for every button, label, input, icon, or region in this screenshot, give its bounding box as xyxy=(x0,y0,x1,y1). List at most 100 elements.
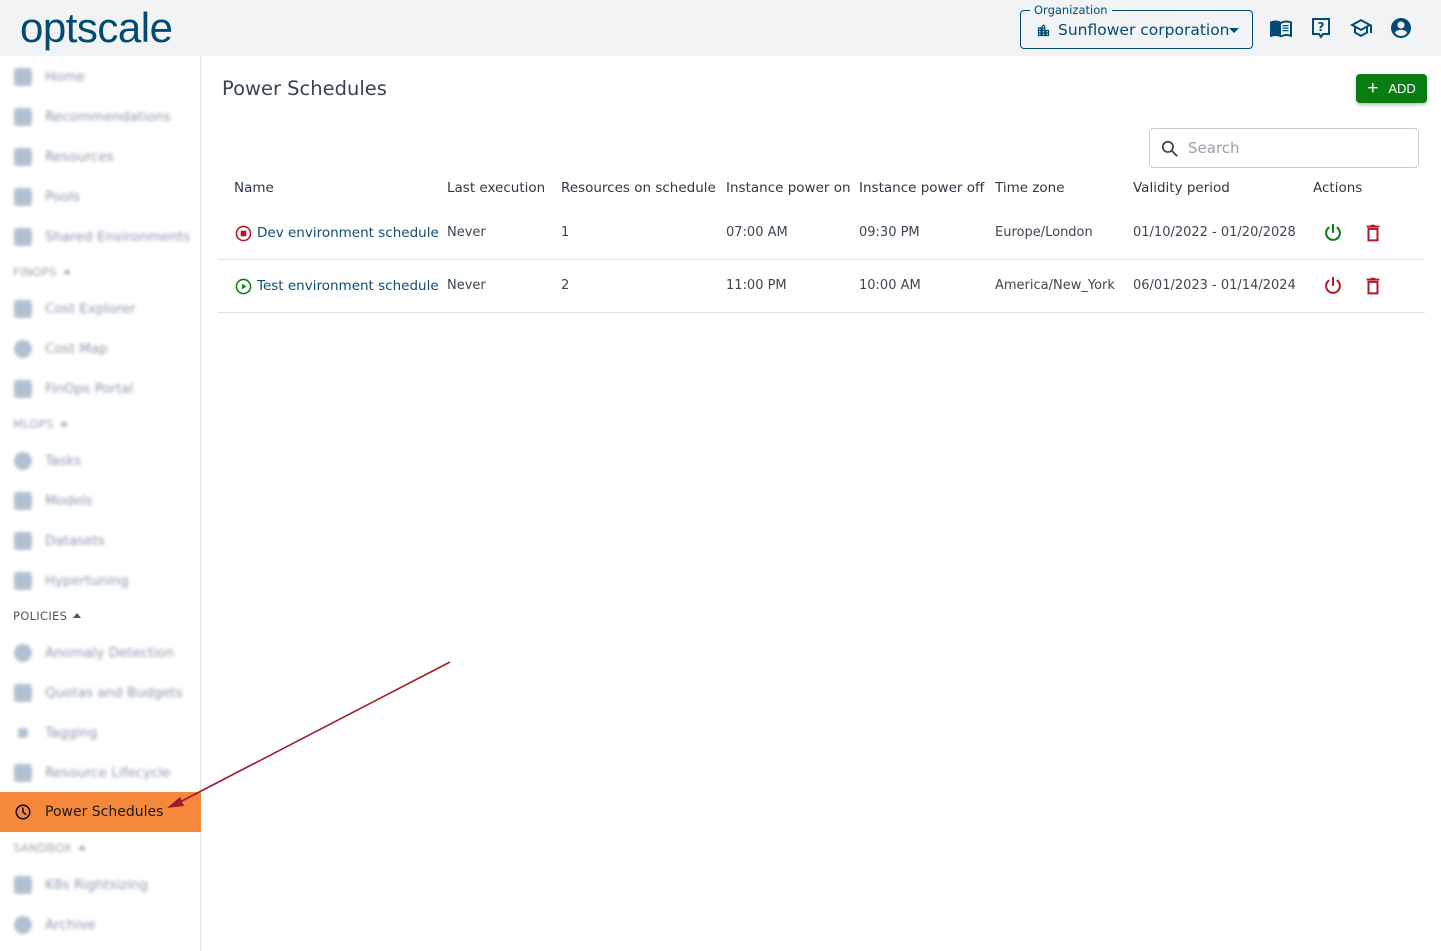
home-icon xyxy=(14,68,32,86)
last-execution-cell: Never xyxy=(447,278,486,293)
column-header-validity-period[interactable]: Validity period xyxy=(1133,180,1230,196)
sidebar-item-k8s-rightsizing[interactable]: K8s Rightsizing xyxy=(0,865,201,905)
caret-up-icon xyxy=(73,613,82,618)
add-schedule-button[interactable]: + ADD xyxy=(1356,74,1427,103)
validity-period-cell: 01/10/2022 - 01/20/2028 xyxy=(1133,225,1296,240)
globe-icon xyxy=(14,340,32,358)
schedule-name-link[interactable]: Test environment schedule xyxy=(257,278,439,294)
sidebar-item-archive[interactable]: Archive xyxy=(0,905,201,945)
delete-trash-icon[interactable] xyxy=(1362,275,1384,297)
optscale-logo[interactable]: optscale xyxy=(20,4,173,51)
sidebar-item-resource-lifecycle[interactable]: Resource Lifecycle xyxy=(0,753,201,793)
column-header-last-execution[interactable]: Last execution xyxy=(447,180,545,196)
column-header-power-on[interactable]: Instance power on xyxy=(726,180,851,196)
column-header-actions: Actions xyxy=(1313,180,1363,196)
annotation-arrow-line xyxy=(177,661,451,804)
k8s-icon xyxy=(14,876,32,894)
sidebar-section-sandbox[interactable]: SANDBOX xyxy=(13,841,86,855)
building-icon xyxy=(1037,24,1050,37)
sidebar-item-power-schedules[interactable]: Power Schedules xyxy=(0,792,201,832)
caret-up-icon xyxy=(77,845,86,850)
anomaly-icon xyxy=(14,644,32,662)
caret-up-icon xyxy=(62,269,71,274)
academy-graduation-cap-icon[interactable] xyxy=(1349,16,1373,40)
column-header-time-zone[interactable]: Time zone xyxy=(995,180,1065,196)
delete-trash-icon[interactable] xyxy=(1362,222,1384,244)
environments-icon xyxy=(14,228,32,246)
power-off-cell: 09:30 PM xyxy=(859,225,920,240)
sidebar-item-tagging[interactable]: Tagging xyxy=(0,713,201,753)
plus-icon: + xyxy=(1367,78,1379,99)
add-button-label: ADD xyxy=(1388,81,1416,96)
sidebar-item-recommendations[interactable]: Recommendations xyxy=(0,97,201,137)
power-toggle-icon[interactable] xyxy=(1322,275,1344,297)
resources-count-cell: 1 xyxy=(561,225,570,240)
search-icon xyxy=(1161,140,1178,157)
sidebar-item-hypertuning[interactable]: Hypertuning xyxy=(0,561,201,601)
sidebar-item-finops-portal[interactable]: FinOps Portal xyxy=(0,369,201,409)
documentation-book-icon[interactable] xyxy=(1269,16,1293,40)
section-label: POLICIES xyxy=(13,609,68,623)
sidebar-item-pools[interactable]: Pools xyxy=(0,177,201,217)
section-label: MLOPS xyxy=(13,417,54,431)
page-title: Power Schedules xyxy=(222,77,387,100)
sidebar-item-tasks[interactable]: Tasks xyxy=(0,441,201,481)
sidebar-item-label: Shared Environments xyxy=(45,229,191,245)
sidebar-section-mlops[interactable]: MLOPS xyxy=(13,417,68,431)
sidebar-item-datasets[interactable]: Datasets xyxy=(0,521,201,561)
sidebar-section-policies[interactable]: POLICIES xyxy=(13,609,82,623)
chevron-down-icon xyxy=(1229,28,1239,33)
search-field[interactable] xyxy=(1149,128,1419,168)
organization-select[interactable]: Organization Sunflower corporation xyxy=(1020,3,1253,49)
sidebar-item-label: Models xyxy=(45,493,93,509)
sidebar-item-label: Hypertuning xyxy=(45,573,129,589)
power-toggle-icon[interactable] xyxy=(1322,222,1344,244)
schedule-name-link[interactable]: Dev environment schedule xyxy=(257,225,439,241)
sidebar-item-cost-map[interactable]: Cost Map xyxy=(0,329,201,369)
sidebar-item-label: Anomaly Detection xyxy=(45,645,175,661)
sidebar-item-label: Home xyxy=(45,69,85,85)
sidebar-item-label: Resources xyxy=(45,149,114,165)
dataset-icon xyxy=(14,532,32,550)
power-on-cell: 07:00 AM xyxy=(726,225,788,240)
sidebar-item-quotas-and-budgets[interactable]: Quotas and Budgets xyxy=(0,673,201,713)
column-header-name[interactable]: Name xyxy=(234,180,274,196)
section-label: FINOPS xyxy=(13,265,57,279)
phone-icon xyxy=(14,380,32,398)
sidebar-item-label: Pools xyxy=(45,189,80,205)
sidebar-item-anomaly-detection[interactable]: Anomaly Detection xyxy=(0,633,201,673)
sidebar-item-label: Cost Explorer xyxy=(45,301,136,317)
sidebar-item-home[interactable]: Home xyxy=(0,57,201,97)
organization-label: Organization xyxy=(1030,3,1112,17)
archive-icon xyxy=(14,916,32,934)
caret-up-icon xyxy=(59,421,68,426)
validity-period-cell: 06/01/2023 - 01/14/2024 xyxy=(1133,278,1296,293)
time-zone-cell: Europe/London xyxy=(995,225,1093,240)
logo-text: optscale xyxy=(20,4,173,51)
column-header-power-off[interactable]: Instance power off xyxy=(859,180,984,196)
tag-icon xyxy=(18,728,28,738)
hypertuning-icon xyxy=(14,572,32,590)
organization-value: Sunflower corporation xyxy=(1058,21,1230,39)
sidebar-item-label: Recommendations xyxy=(45,109,171,125)
sidebar-item-label: Resource Lifecycle xyxy=(45,765,171,781)
search-input[interactable] xyxy=(1188,137,1408,159)
sidebar-item-models[interactable]: Models xyxy=(0,481,201,521)
star-icon xyxy=(14,492,32,510)
section-label: SANDBOX xyxy=(13,841,72,855)
sidebar-item-shared-environments[interactable]: Shared Environments xyxy=(0,217,201,257)
sidebar-item-cost-explorer[interactable]: Cost Explorer xyxy=(0,289,201,329)
column-header-resources[interactable]: Resources on schedule xyxy=(561,180,716,196)
help-icon[interactable]: ? xyxy=(1309,16,1333,40)
sidebar-item-label: Datasets xyxy=(45,533,105,549)
tasks-icon xyxy=(14,452,32,470)
sidebar-item-resources[interactable]: Resources xyxy=(0,137,201,177)
pools-icon xyxy=(14,188,32,206)
account-circle-icon[interactable] xyxy=(1389,16,1413,40)
sidebar-item-label: Power Schedules xyxy=(45,804,164,820)
sidebar-item-label: Tagging xyxy=(45,725,98,741)
row-divider xyxy=(218,259,1425,260)
sidebar-section-finops[interactable]: FINOPS xyxy=(13,265,71,279)
sidebar-item-label: Tasks xyxy=(45,453,82,469)
sidebar-item-label: FinOps Portal xyxy=(45,381,134,397)
